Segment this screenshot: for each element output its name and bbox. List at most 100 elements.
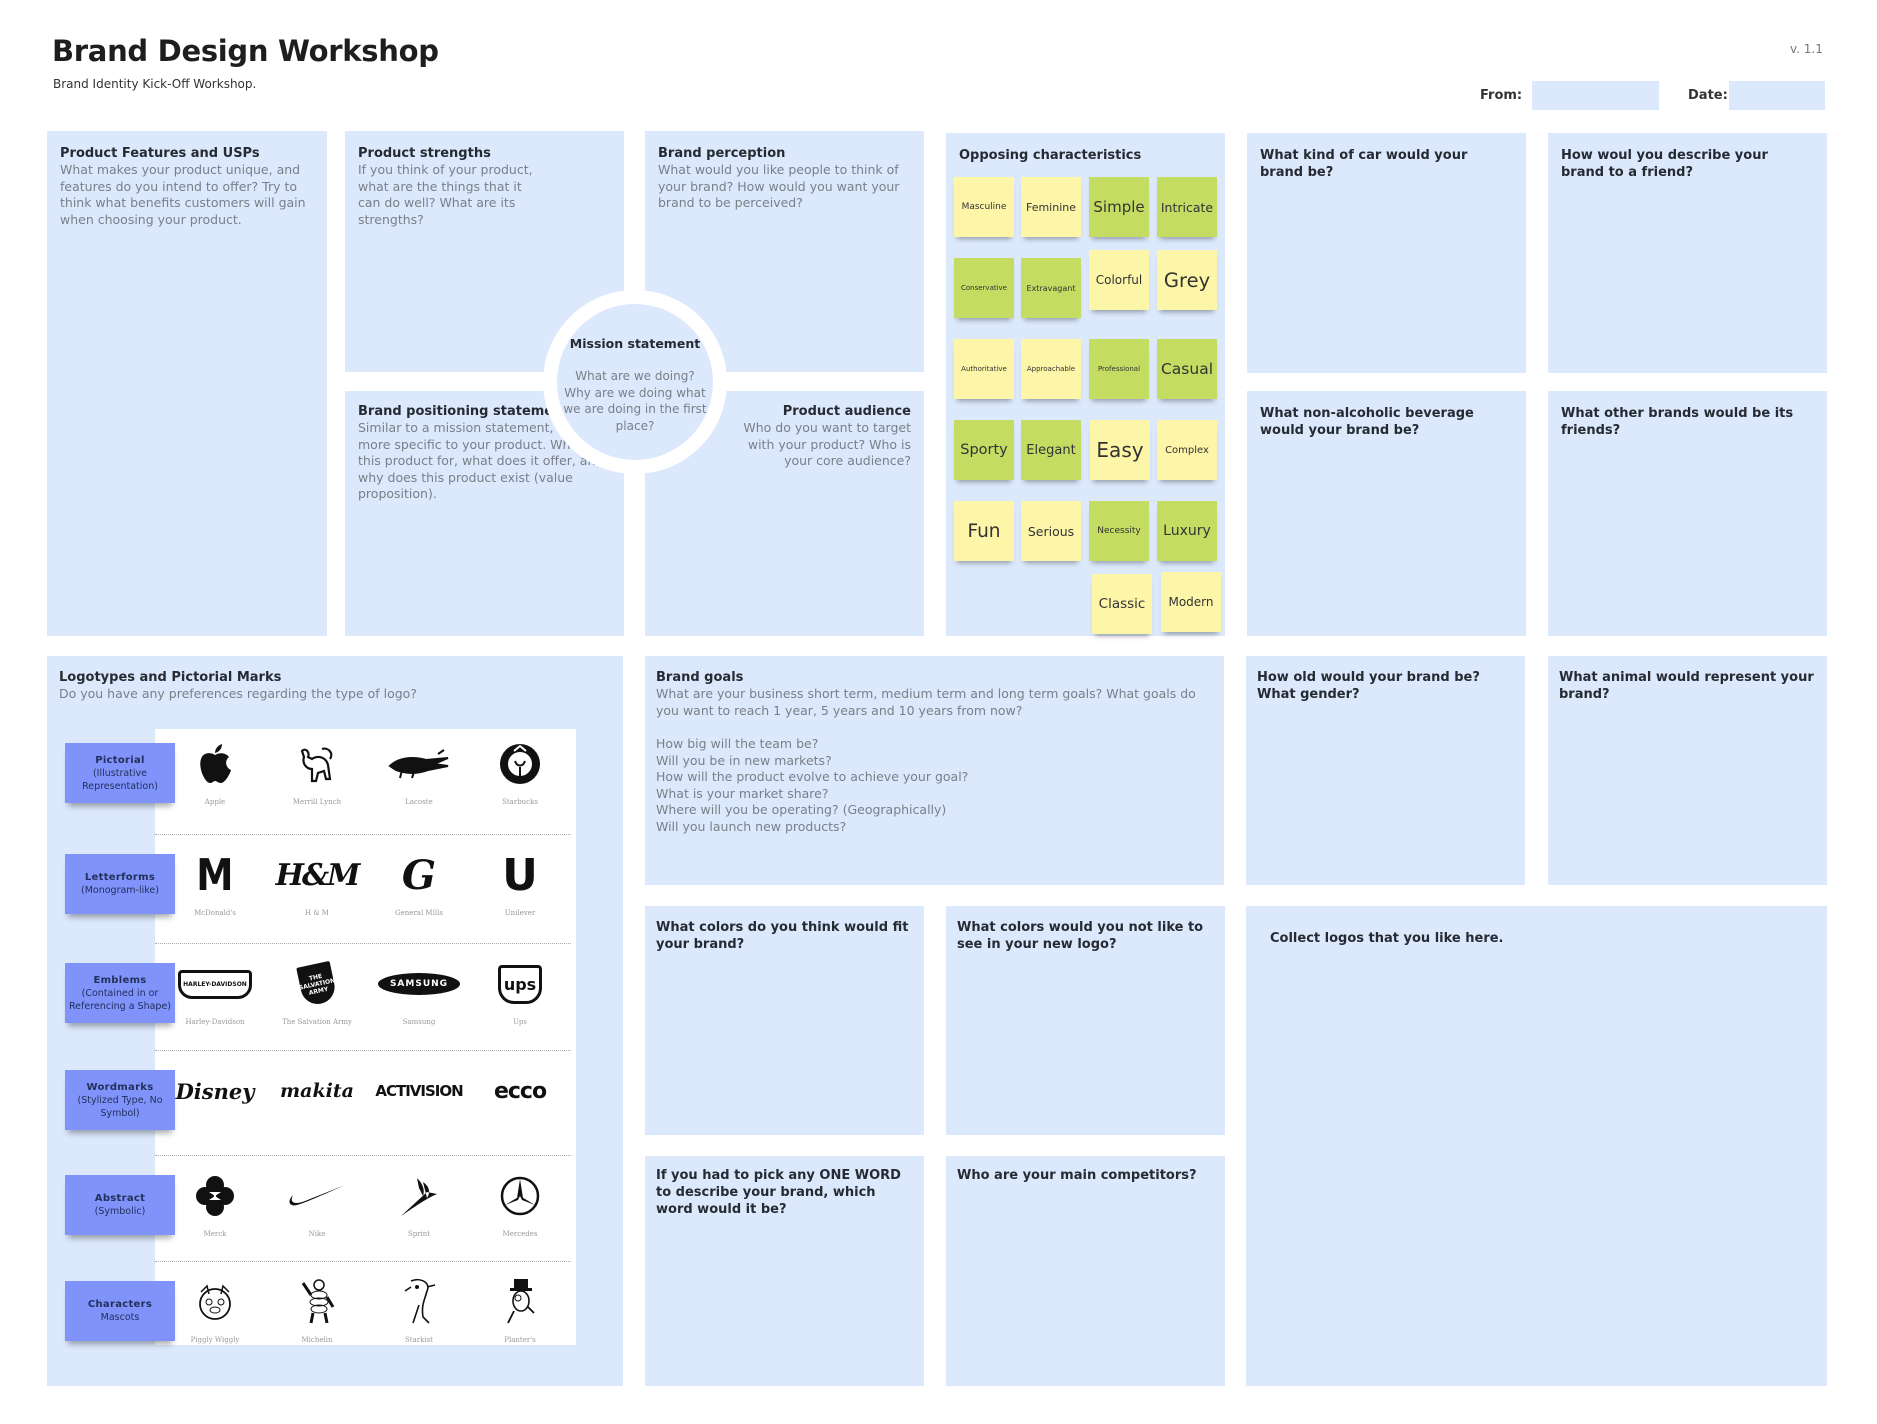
sticky-note-conservative[interactable]: Conservative	[954, 258, 1014, 318]
panel-colors-fit[interactable]: What colors do you think would fit your …	[645, 906, 924, 1135]
panel-title: What kind of car would your brand be?	[1260, 148, 1468, 180]
logo-example: Merck	[170, 1171, 260, 1238]
swoosh-logo-icon	[272, 1171, 362, 1221]
sticky-note-fun[interactable]: Fun	[954, 501, 1014, 561]
date-label: Date:	[1688, 88, 1728, 103]
category-sticky-emblems[interactable]: Emblems (Contained in or Referencing a Sh…	[65, 963, 175, 1023]
logo-example: Sprint	[374, 1171, 464, 1238]
logo-glyph-text: HARLEY-DAVIDSON	[178, 969, 252, 999]
pig-mascot-icon	[170, 1277, 260, 1327]
category-subtitle: Mascots	[100, 1312, 140, 1323]
panel-competitors[interactable]: Who are your main competitors?	[946, 1156, 1225, 1386]
panel-title: Collect logos that you like here.	[1270, 931, 1504, 946]
from-field[interactable]	[1532, 81, 1659, 110]
panel-brand-friends[interactable]: What other brands would be its friends?	[1548, 391, 1827, 636]
panel-description: Who do you want to target with your prod…	[743, 420, 911, 468]
ecco-wordmark-icon: ecco	[475, 1066, 565, 1116]
category-sticky-abstract[interactable]: Abstract (Symbolic)	[65, 1175, 175, 1235]
salvation-shield-logo-icon: THE SALVATION ARMY	[272, 959, 362, 1009]
logo-name: Starkist	[404, 1336, 433, 1344]
category-name: Wordmarks	[86, 1081, 154, 1093]
goal-question: How big will the team be?	[656, 736, 819, 751]
logo-name: Harley-Davidson	[185, 1018, 245, 1026]
logo-example: Starbucks	[475, 739, 565, 806]
sticky-note-necessity[interactable]: Necessity	[1089, 501, 1149, 561]
panel-title: How old would your brand be? What gender…	[1257, 670, 1480, 702]
g-logo-icon: G	[374, 850, 464, 900]
panel-description: If you think of your product, what are t…	[358, 162, 533, 227]
sticky-note-serious[interactable]: Serious	[1021, 501, 1081, 561]
apple-logo-icon	[170, 739, 260, 789]
logo-glyph-text: Disney	[175, 1078, 255, 1104]
from-label: From:	[1480, 88, 1523, 103]
logo-name: Sprint	[407, 1230, 431, 1238]
category-sticky-pictorial[interactable]: Pictorial (Illustrative Representation)	[65, 743, 175, 803]
sticky-note-professional[interactable]: Professional	[1089, 339, 1149, 399]
logo-example: Apple	[170, 739, 260, 806]
date-field[interactable]	[1729, 81, 1825, 110]
sticky-note-casual[interactable]: Casual	[1157, 339, 1217, 399]
logo-name: The Salvation Army	[282, 1018, 352, 1026]
ups-shield-logo-icon: ups	[475, 959, 565, 1009]
page-title: Brand Design Workshop	[52, 34, 439, 68]
activision-wordmark-icon: ACTIVISION	[374, 1066, 464, 1116]
logo-name: Planter's	[504, 1336, 536, 1344]
sticky-note-intricate[interactable]: Intricate	[1157, 177, 1217, 237]
logo-name: Starbucks	[502, 798, 538, 806]
panel-mission-statement[interactable]: Mission statement What are we doing? Why…	[557, 304, 713, 460]
logo-example: U Unilever	[475, 850, 565, 918]
panel-colors-not[interactable]: What colors would you not like to see in…	[946, 906, 1225, 1135]
category-subtitle: (Stylized Type, No Symbol)	[77, 1094, 163, 1119]
disney-wordmark-icon: Disney	[170, 1066, 260, 1116]
panel-brand-goals[interactable]: Brand goals What are your business short…	[645, 656, 1224, 885]
sticky-note-masculine[interactable]: Masculine	[954, 177, 1014, 237]
row-separator	[155, 834, 571, 835]
logo-glyph-text: SAMSUNG	[377, 973, 461, 995]
panel-describe-to-friend[interactable]: How woul you describe your brand to a fr…	[1548, 133, 1827, 373]
sticky-note-sporty[interactable]: Sporty	[954, 420, 1014, 480]
sticky-note-extravagant[interactable]: Extravagant	[1021, 258, 1081, 318]
logo-example: G General Mills	[374, 850, 464, 918]
category-sticky-letterforms[interactable]: Letterforms (Monogram-like)	[65, 854, 175, 914]
sticky-note-modern[interactable]: Modern	[1161, 572, 1221, 632]
siren-logo-icon	[475, 739, 565, 789]
panel-brand-animal[interactable]: What animal would represent your brand?	[1548, 656, 1827, 885]
panel-one-word[interactable]: If you had to pick any ONE WORD to descr…	[645, 1156, 924, 1386]
mercedes-star-logo-icon	[475, 1171, 565, 1221]
logo-example: Piggly Wiggly	[170, 1277, 260, 1344]
sticky-note-complex[interactable]: Complex	[1157, 420, 1217, 480]
goal-question: Will you be in new markets?	[656, 752, 832, 768]
goal-question: What is your market share?	[656, 785, 829, 801]
logo-glyph-text: ups	[497, 964, 543, 1004]
sticky-note-authoritative[interactable]: Authoritative	[954, 339, 1014, 399]
sticky-note-luxury[interactable]: Luxury	[1157, 501, 1217, 561]
panel-beverage[interactable]: What non-alcoholic beverage would your b…	[1247, 391, 1526, 636]
category-sticky-wordmarks[interactable]: Wordmarks (Stylized Type, No Symbol)	[65, 1070, 175, 1130]
logo-example: THE SALVATION ARMY The Salvation Army	[272, 959, 362, 1026]
sticky-note-grey[interactable]: Grey	[1157, 250, 1217, 310]
panel-title: What colors do you think would fit your …	[656, 920, 909, 952]
sticky-note-colorful[interactable]: Colorful	[1089, 250, 1149, 310]
sticky-note-easy[interactable]: Easy	[1090, 420, 1150, 480]
goal-question: Will you launch new products?	[656, 818, 847, 834]
sticky-note-feminine[interactable]: Feminine	[1021, 177, 1081, 237]
panel-collect-logos[interactable]: Collect logos that you like here.	[1246, 906, 1827, 1386]
logo-name: Lacoste	[405, 798, 433, 806]
panel-title: Product strengths	[358, 146, 491, 161]
category-sticky-characters[interactable]: Characters Mascots	[65, 1281, 175, 1341]
sticky-note-classic[interactable]: Classic	[1092, 574, 1152, 634]
bull-logo-icon	[272, 739, 362, 789]
logo-glyph-text: makita	[280, 1080, 354, 1102]
version-label: v. 1.1	[1790, 42, 1823, 56]
row-separator	[155, 1050, 571, 1051]
panel-product-features[interactable]: Product Features and USPs What makes you…	[47, 131, 327, 636]
sticky-note-simple[interactable]: Simple	[1089, 177, 1149, 237]
page-subtitle: Brand Identity Kick-Off Workshop.	[53, 77, 257, 91]
panel-car[interactable]: What kind of car would your brand be?	[1247, 133, 1526, 373]
panel-brand-age[interactable]: How old would your brand be? What gender…	[1246, 656, 1525, 885]
panel-title: Logotypes and Pictorial Marks	[59, 670, 282, 685]
sticky-note-elegant[interactable]: Elegant	[1021, 420, 1081, 480]
logo-name: H & M	[305, 909, 329, 917]
logo-example: Lacoste	[374, 739, 464, 806]
sticky-note-approachable[interactable]: Approachable	[1021, 339, 1081, 399]
